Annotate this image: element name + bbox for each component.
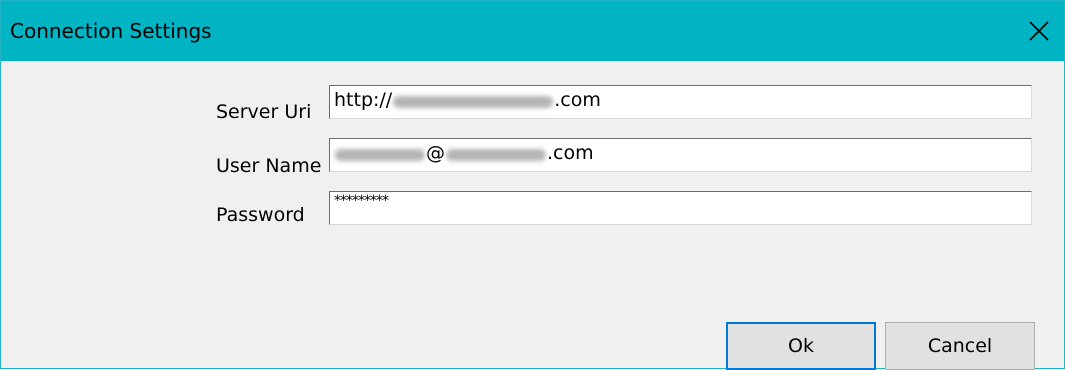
- title-bar[interactable]: Connection Settings: [1, 1, 1064, 61]
- ok-button[interactable]: Ok: [726, 322, 876, 370]
- user-name-field[interactable]: @ .com: [329, 138, 1032, 172]
- cancel-button[interactable]: Cancel: [885, 322, 1035, 370]
- blurred-text: [335, 149, 425, 161]
- server-uri-prefix: http://: [334, 89, 393, 111]
- blurred-text: [446, 149, 546, 161]
- server-uri-field[interactable]: http:// .com: [329, 85, 1032, 119]
- server-uri-suffix: .com: [554, 89, 601, 111]
- password-label: Password: [216, 204, 305, 226]
- user-name-suffix: .com: [547, 142, 594, 164]
- user-name-at: @: [426, 142, 445, 164]
- user-name-label: User Name: [216, 155, 322, 177]
- password-value: *********: [334, 193, 389, 209]
- server-uri-label: Server Uri: [216, 101, 312, 123]
- close-icon[interactable]: [1014, 1, 1064, 61]
- connection-settings-dialog: Connection Settings Server Uri http:// .…: [0, 0, 1065, 370]
- dialog-title: Connection Settings: [10, 19, 212, 43]
- blurred-text: [393, 96, 554, 108]
- password-field[interactable]: *********: [329, 191, 1032, 225]
